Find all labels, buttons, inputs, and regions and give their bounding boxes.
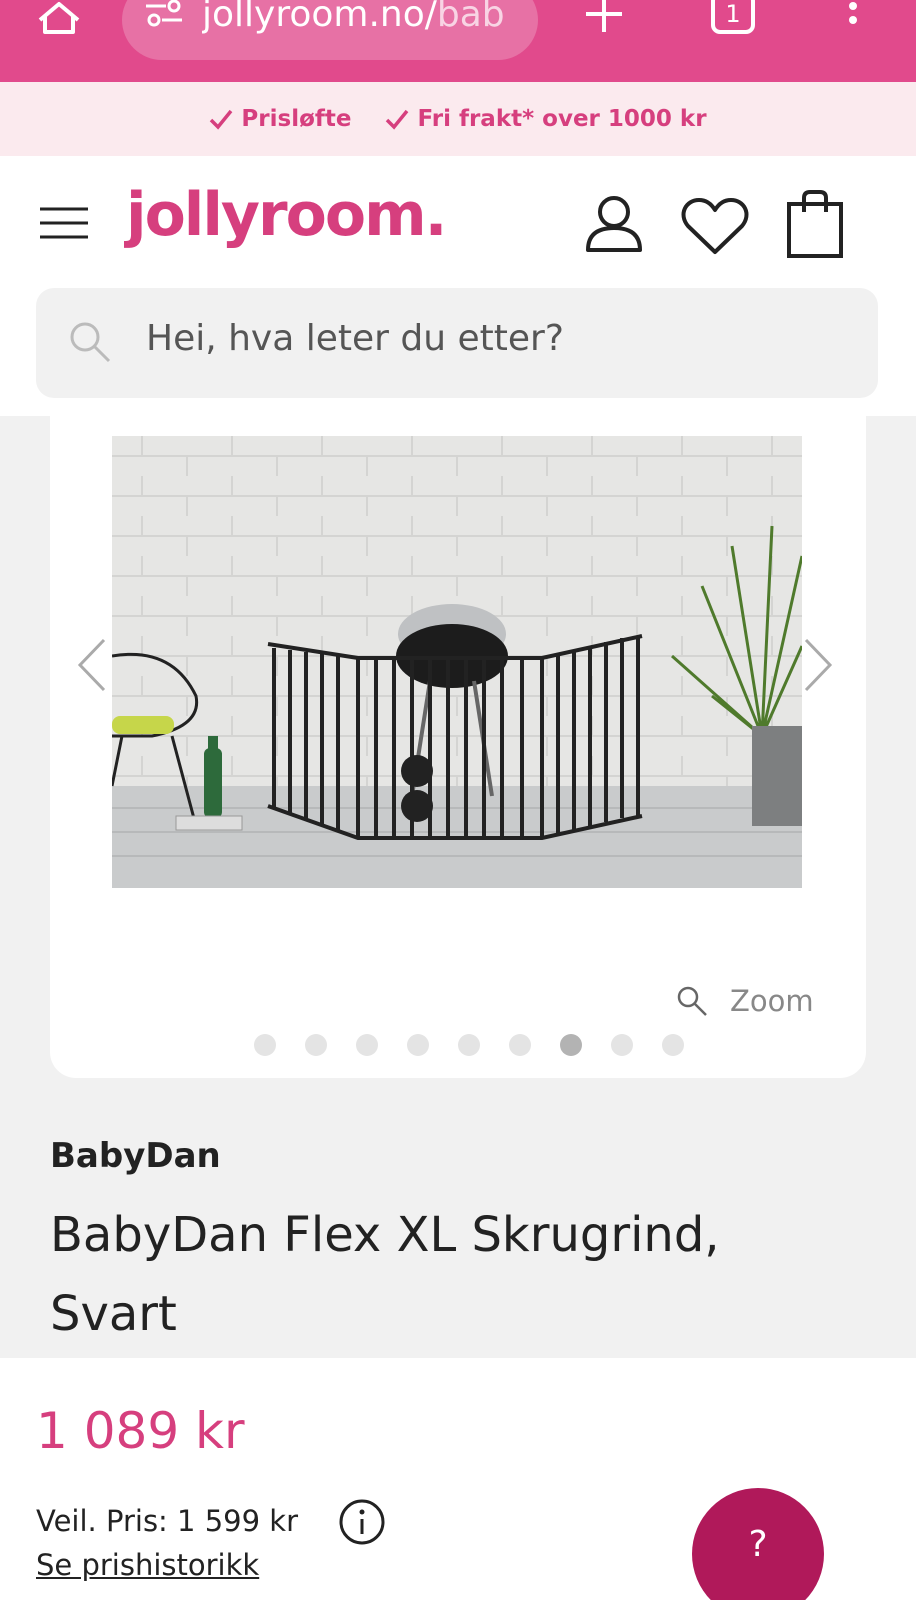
product-price: 1 089 kr (36, 1402, 245, 1460)
account-icon[interactable] (584, 194, 644, 254)
chevron-left-icon[interactable] (74, 636, 108, 694)
pagination-dot[interactable] (662, 1034, 684, 1056)
chevron-right-icon[interactable] (802, 636, 836, 694)
zoom-label: Zoom (730, 984, 814, 1018)
url-text: jollyroom.no/bab (202, 0, 524, 35)
jollyroom-logo[interactable]: jollyroom. (126, 180, 447, 250)
browser-toolbar: jollyroom.no/bab 1 (0, 0, 916, 82)
usp-label: Fri frakt* over 1000 kr (417, 106, 707, 132)
price-section: 1 089 kr Veil. Pris: 1 599 kr Se prishis… (0, 1358, 916, 1600)
pagination-dot[interactable] (254, 1034, 276, 1056)
search-input[interactable] (146, 318, 826, 359)
browser-menu-icon[interactable] (846, 2, 860, 32)
usp-label: Prisløfte (241, 106, 352, 132)
shopping-bag-icon[interactable] (786, 190, 844, 258)
search-icon (70, 322, 111, 363)
product-image[interactable] (112, 436, 802, 888)
help-button[interactable]: ? (692, 1488, 824, 1600)
recommended-price: Veil. Pris: 1 599 kr (36, 1504, 298, 1538)
gallery-pagination (254, 1034, 684, 1056)
zoom-button[interactable]: Zoom (676, 984, 814, 1018)
new-tab-icon[interactable] (584, 0, 624, 34)
product-title: BabyDan Flex XL Skrugrind, Svart (50, 1207, 720, 1342)
tabs-icon[interactable]: 1 (710, 0, 756, 36)
address-bar[interactable]: jollyroom.no/bab (122, 0, 538, 60)
pagination-dot[interactable] (407, 1034, 429, 1056)
usp-free-shipping: Fri frakt* over 1000 kr (385, 106, 707, 132)
pagination-dot[interactable] (356, 1034, 378, 1056)
home-icon[interactable] (36, 0, 82, 36)
url-domain: jollyroom.no/ (202, 0, 437, 35)
tab-count: 1 (725, 0, 740, 28)
site-settings-icon[interactable] (144, 0, 184, 28)
check-icon (386, 109, 409, 130)
search-bar[interactable] (36, 288, 878, 398)
usp-price-promise: Prisløfte (209, 106, 351, 132)
info-icon[interactable] (338, 1498, 386, 1546)
product-brand[interactable]: BabyDan (50, 1136, 221, 1176)
site-header: jollyroom. (0, 156, 916, 416)
pagination-dot[interactable] (509, 1034, 531, 1056)
check-icon (210, 109, 233, 130)
pagination-dot[interactable] (611, 1034, 633, 1056)
product-gallery: Zoom (50, 400, 866, 1078)
zoom-icon (677, 986, 707, 1016)
wishlist-heart-icon[interactable] (680, 196, 750, 256)
pagination-dot[interactable] (560, 1034, 582, 1056)
pagination-dot[interactable] (458, 1034, 480, 1056)
price-history-link[interactable]: Se prishistorikk (36, 1548, 259, 1582)
url-path: bab (436, 0, 505, 35)
usp-bar: Prisløfte Fri frakt* over 1000 kr (0, 82, 916, 156)
hamburger-menu-icon[interactable] (38, 206, 90, 240)
pagination-dot[interactable] (305, 1034, 327, 1056)
